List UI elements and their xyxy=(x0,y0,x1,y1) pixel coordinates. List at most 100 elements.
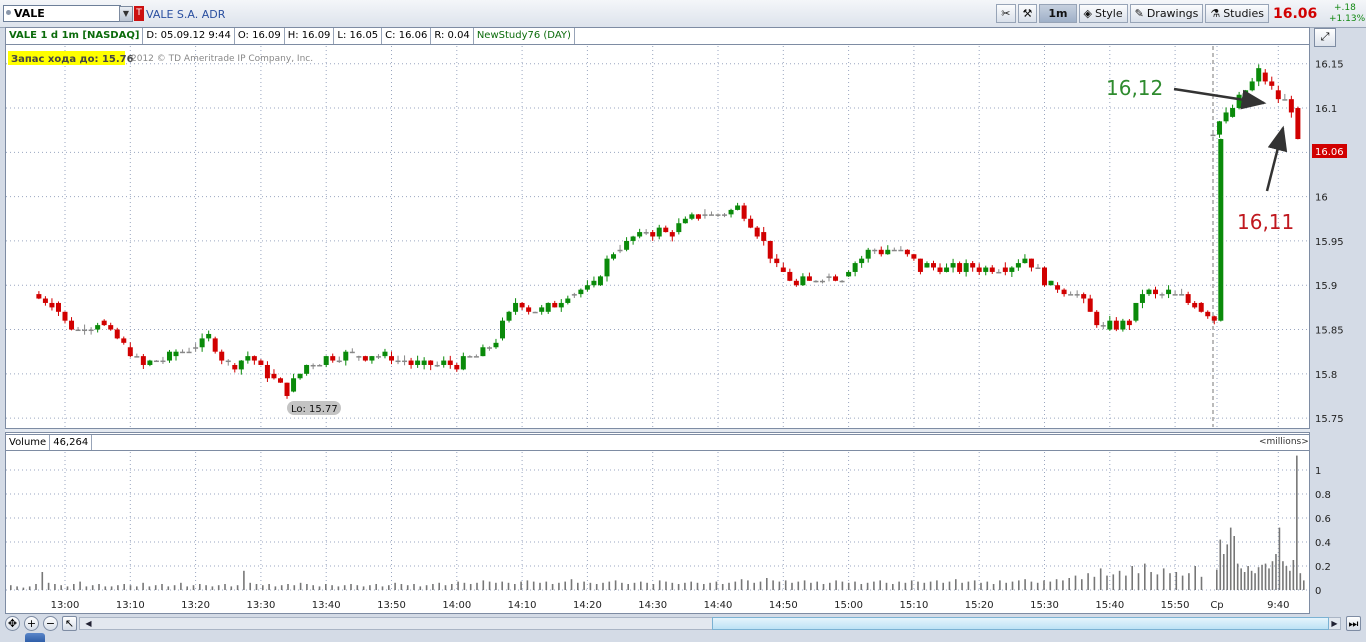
volume-bar xyxy=(343,585,346,590)
volume-bar xyxy=(249,582,251,590)
volume-bar xyxy=(173,585,176,590)
scroll-thumb[interactable] xyxy=(712,617,1329,630)
volume-bar xyxy=(747,580,749,590)
pointer-icon[interactable]: ↖ xyxy=(62,616,77,631)
volume-bar xyxy=(696,582,699,590)
candle-body xyxy=(624,240,630,250)
volume-bar xyxy=(784,580,787,590)
candle-body xyxy=(944,267,950,272)
volume-bar xyxy=(564,581,566,590)
chart-svg[interactable]: 15.7515.815.8515.915.951616.0516.116.150… xyxy=(0,0,1366,642)
volume-bar xyxy=(217,585,220,590)
volume-bar xyxy=(419,586,422,590)
candle-body xyxy=(1223,112,1229,122)
candle-body xyxy=(36,294,42,299)
candle-body xyxy=(1269,81,1275,86)
volume-bar xyxy=(778,581,781,590)
price-tick-label: 16 xyxy=(1315,193,1328,204)
candle-body xyxy=(1015,263,1021,268)
volume-bar xyxy=(104,586,107,590)
volume-bar xyxy=(167,586,170,590)
candle-body xyxy=(1009,267,1015,272)
candle-body xyxy=(787,271,793,281)
volume-bar xyxy=(293,585,296,590)
candle-body xyxy=(689,214,695,219)
scroll-right-icon[interactable]: ▶ xyxy=(1330,617,1339,630)
candle-body xyxy=(930,263,936,268)
candle-body xyxy=(898,249,904,252)
volume-bar xyxy=(161,584,163,590)
volume-bar xyxy=(22,587,25,590)
candle-body xyxy=(1028,258,1034,268)
volume-bar xyxy=(350,584,352,590)
candle-body xyxy=(591,280,597,286)
volume-bar xyxy=(910,580,913,590)
candle-body xyxy=(1068,294,1074,296)
candle-body xyxy=(114,329,120,339)
candle-body xyxy=(395,360,401,363)
candle-body xyxy=(865,249,871,259)
candle-body xyxy=(421,360,427,365)
volume-bar xyxy=(1292,560,1295,590)
candle-body xyxy=(741,205,747,219)
volume-bar xyxy=(54,584,56,590)
volume-bar xyxy=(488,581,491,590)
candle-body xyxy=(774,258,780,264)
time-tick-label: 14:10 xyxy=(508,600,537,611)
volume-bar xyxy=(734,581,737,590)
candle-body xyxy=(702,214,708,216)
candle-body xyxy=(989,267,995,272)
candle-body xyxy=(121,338,127,343)
volume-bar xyxy=(1282,561,1284,590)
volume-bar xyxy=(1137,573,1140,590)
candle-body xyxy=(676,223,682,233)
candle-body xyxy=(1100,325,1106,327)
candle-body xyxy=(75,329,81,332)
candle-body xyxy=(558,302,564,308)
volume-bar xyxy=(1005,582,1007,590)
candle-body xyxy=(715,214,721,216)
zoom-out-icon[interactable]: − xyxy=(43,616,58,631)
zoom-tab[interactable] xyxy=(25,633,45,642)
candle-body xyxy=(617,249,623,252)
candle-body xyxy=(297,373,303,379)
time-tick-label: 13:00 xyxy=(51,600,80,611)
zoom-in-icon[interactable]: + xyxy=(24,616,39,631)
volume-bar xyxy=(1254,573,1256,590)
volume-bar xyxy=(999,580,1001,590)
candle-body xyxy=(1179,294,1185,296)
candle-body xyxy=(1087,298,1093,312)
candle-body xyxy=(552,302,558,308)
volume-bar xyxy=(766,578,768,590)
pan-icon[interactable]: ✥ xyxy=(5,616,20,631)
volume-tick-label: 0 xyxy=(1315,586,1321,597)
volume-bar xyxy=(1093,576,1096,590)
volume-bar xyxy=(199,584,201,590)
time-tick-label: 13:30 xyxy=(246,600,275,611)
candle-body xyxy=(1192,302,1198,308)
time-tick-label: 14:00 xyxy=(442,600,471,611)
volume-bar xyxy=(1162,568,1165,590)
scroll-left-icon[interactable]: ◀ xyxy=(84,617,93,630)
scroll-end-icon[interactable]: ⏭ xyxy=(1346,616,1361,631)
candle-body xyxy=(486,347,492,349)
candle-body xyxy=(806,276,812,281)
candle-body xyxy=(1243,90,1249,95)
candle-body xyxy=(493,342,499,348)
volume-bar xyxy=(873,581,875,590)
volume-bar xyxy=(47,582,50,590)
candle-body xyxy=(225,360,231,363)
volume-bar xyxy=(633,582,636,590)
volume-bar xyxy=(640,581,642,590)
volume-bar xyxy=(1216,569,1218,590)
candle-body xyxy=(173,351,179,357)
volume-bar xyxy=(1278,527,1281,590)
price-tick-label: 15.9 xyxy=(1315,281,1337,292)
volume-bar xyxy=(539,582,541,590)
volume-bar xyxy=(1125,575,1127,590)
volume-bar xyxy=(394,582,396,590)
volume-bar xyxy=(791,582,793,590)
volume-bar xyxy=(1264,563,1267,590)
volume-bar xyxy=(1200,576,1203,590)
price-tick-label: 15.8 xyxy=(1315,370,1337,381)
